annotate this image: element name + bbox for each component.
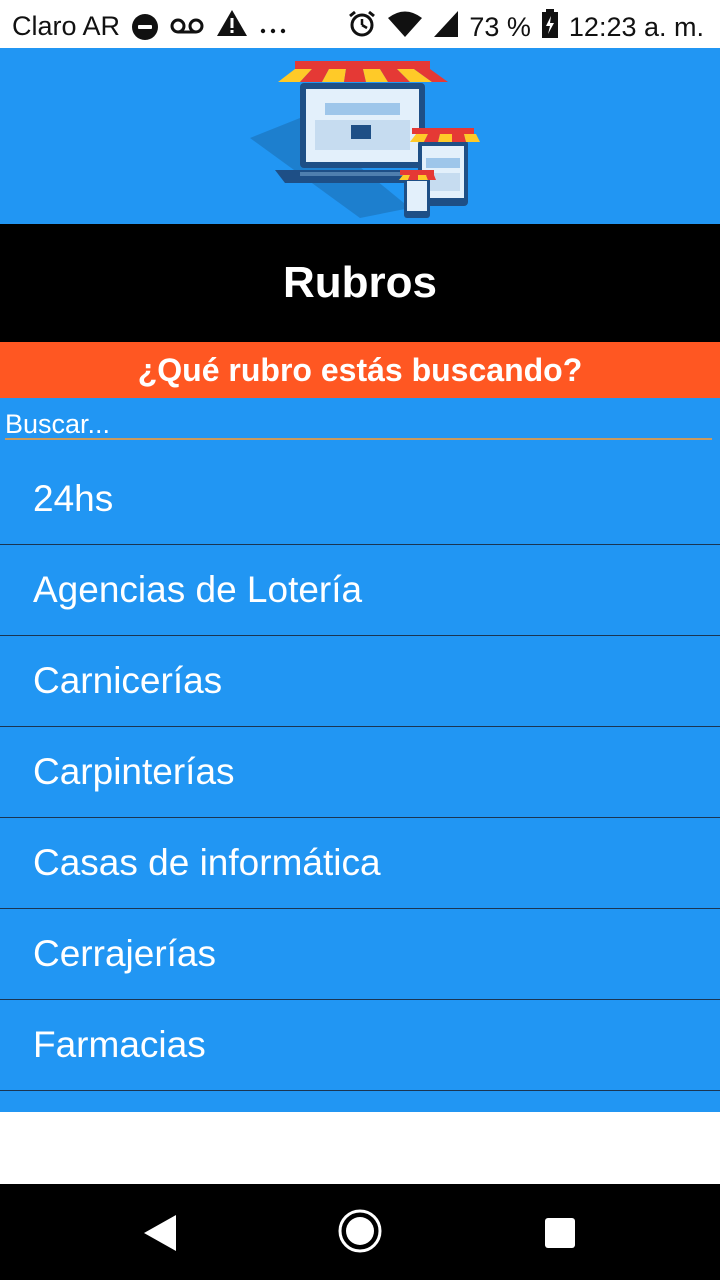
more-icon [260, 11, 286, 42]
signal-icon [433, 10, 459, 45]
clock-time: 12:23 a. m. [568, 12, 704, 42]
back-icon[interactable] [143, 1214, 177, 1257]
list-item[interactable]: Cerrajerías [0, 909, 720, 1000]
list-item-label: Cerrajerías [33, 933, 216, 974]
list-item[interactable]: Carnicerías [0, 636, 720, 727]
dnd-icon [132, 13, 159, 40]
list-item-label: Carnicerías [33, 660, 223, 701]
store-logo-icon [250, 61, 480, 218]
carrier-name: Claro AR [12, 11, 121, 41]
list-item-label: Carpinterías [33, 751, 235, 792]
list-item[interactable]: Carpinterías [0, 727, 720, 818]
category-list: 24hs Agencias de Lotería Carnicerías Car… [0, 454, 720, 1112]
list-item[interactable]: 24hs [0, 454, 720, 545]
list-item[interactable]: Farmacias [0, 1000, 720, 1091]
page-subtitle: ¿Qué rubro estás buscando? [137, 351, 583, 388]
search-input[interactable] [5, 410, 712, 440]
subtitle-bar: ¿Qué rubro estás buscando? [0, 342, 720, 398]
app-header [0, 48, 720, 224]
wifi-icon [387, 10, 423, 45]
alarm-icon [347, 9, 377, 46]
list-item-label: Farmacias [33, 1024, 206, 1065]
list-item-label: 24hs [33, 478, 114, 519]
search-area [0, 398, 720, 454]
status-bar: Claro AR 73 % 12:23 a. m. [0, 0, 720, 48]
page-title: Rubros [283, 258, 437, 307]
warning-icon [216, 9, 248, 44]
list-item-label: Agencias de Lotería [33, 569, 363, 610]
navigation-bar [0, 1184, 720, 1280]
voicemail-icon [170, 11, 204, 42]
list-item[interactable]: Casas de informática [0, 818, 720, 909]
home-icon[interactable] [337, 1208, 383, 1259]
battery-icon [541, 9, 559, 46]
title-bar: Rubros [0, 224, 720, 342]
list-item-label: Casas de informática [33, 842, 381, 883]
list-item[interactable]: Agencias de Lotería [0, 545, 720, 636]
recents-icon[interactable] [545, 1218, 575, 1248]
battery-percent: 73 % [469, 12, 531, 42]
